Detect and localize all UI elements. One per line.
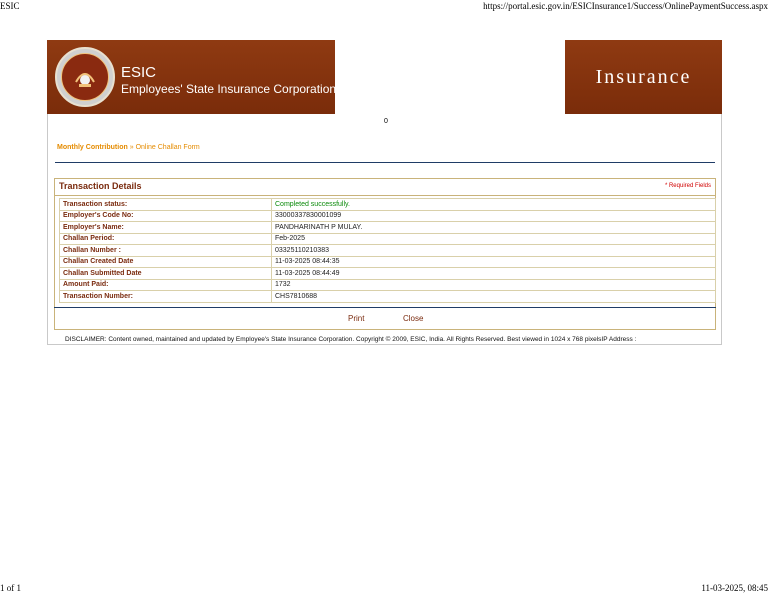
esic-logo-icon <box>55 47 115 107</box>
row-value: 1732 <box>271 278 716 291</box>
print-button[interactable]: Print <box>348 314 364 323</box>
brand-title: ESIC <box>121 64 157 81</box>
row-value: Completed successfully. <box>271 198 716 211</box>
breadcrumb-separator: » <box>127 144 136 151</box>
row-label: Transaction Number: <box>59 290 272 303</box>
row-value: PANDHARINATH P MULAY. <box>271 221 716 234</box>
row-label: Employer's Code No: <box>59 209 272 222</box>
close-button[interactable]: Close <box>403 314 423 323</box>
row-label: Challan Period: <box>59 232 272 245</box>
panel-header: Transaction Details * Required Fields <box>55 179 715 196</box>
breadcrumb-parent[interactable]: Monthly Contribution <box>57 144 128 151</box>
row-label: Amount Paid: <box>59 278 272 291</box>
row-label: Transaction status: <box>59 198 272 211</box>
counter: 0 <box>384 118 388 125</box>
table-row: Employer's Name: PANDHARINATH P MULAY. <box>59 221 716 234</box>
org-name: Employees' State Insurance Corporation <box>121 82 337 96</box>
row-value: 03325110210383 <box>271 244 716 257</box>
breadcrumb-current: Online Challan Form <box>135 144 200 151</box>
row-label: Challan Submitted Date <box>59 267 272 280</box>
print-header-title: ESIC <box>0 1 20 11</box>
row-label: Challan Number : <box>59 244 272 257</box>
row-value: Feb-2025 <box>271 232 716 245</box>
table-row: Employer's Code No: 33000337830001099 <box>59 209 716 222</box>
print-header-url: https://portal.esic.gov.in/ESICInsurance… <box>483 1 768 11</box>
table-row: Challan Created Date 11-03-2025 08:44:35 <box>59 255 716 268</box>
row-label: Challan Created Date <box>59 255 272 268</box>
insurance-banner-text: Insurance <box>595 66 692 88</box>
table-row: Transaction status: Completed successful… <box>59 198 716 211</box>
row-value: 11-03-2025 08:44:49 <box>271 267 716 280</box>
table-row: Challan Period: Feb-2025 <box>59 232 716 245</box>
row-value: 33000337830001099 <box>271 209 716 222</box>
table-row: Amount Paid: 1732 <box>59 278 716 291</box>
panel-title: Transaction Details <box>59 181 142 191</box>
print-footer-page: 1 of 1 <box>0 583 21 593</box>
breadcrumb: Monthly Contribution » Online Challan Fo… <box>57 144 200 151</box>
row-value: CHS7810688 <box>271 290 716 303</box>
divider <box>55 162 715 163</box>
table-row: Challan Number : 03325110210383 <box>59 244 716 257</box>
table-row: Transaction Number: CHS7810688 <box>59 290 716 303</box>
actions-divider <box>54 307 716 308</box>
transaction-details-table: Transaction status: Completed successful… <box>59 198 716 303</box>
row-label: Employer's Name: <box>59 221 272 234</box>
disclaimer: DISCLAIMER: Content owned, maintained an… <box>65 336 637 343</box>
row-value: 11-03-2025 08:44:35 <box>271 255 716 268</box>
required-fields-note: * Required Fields <box>664 183 711 189</box>
table-row: Challan Submitted Date 11-03-2025 08:44:… <box>59 267 716 280</box>
print-footer-datetime: 11-03-2025, 08:45 <box>701 583 768 593</box>
